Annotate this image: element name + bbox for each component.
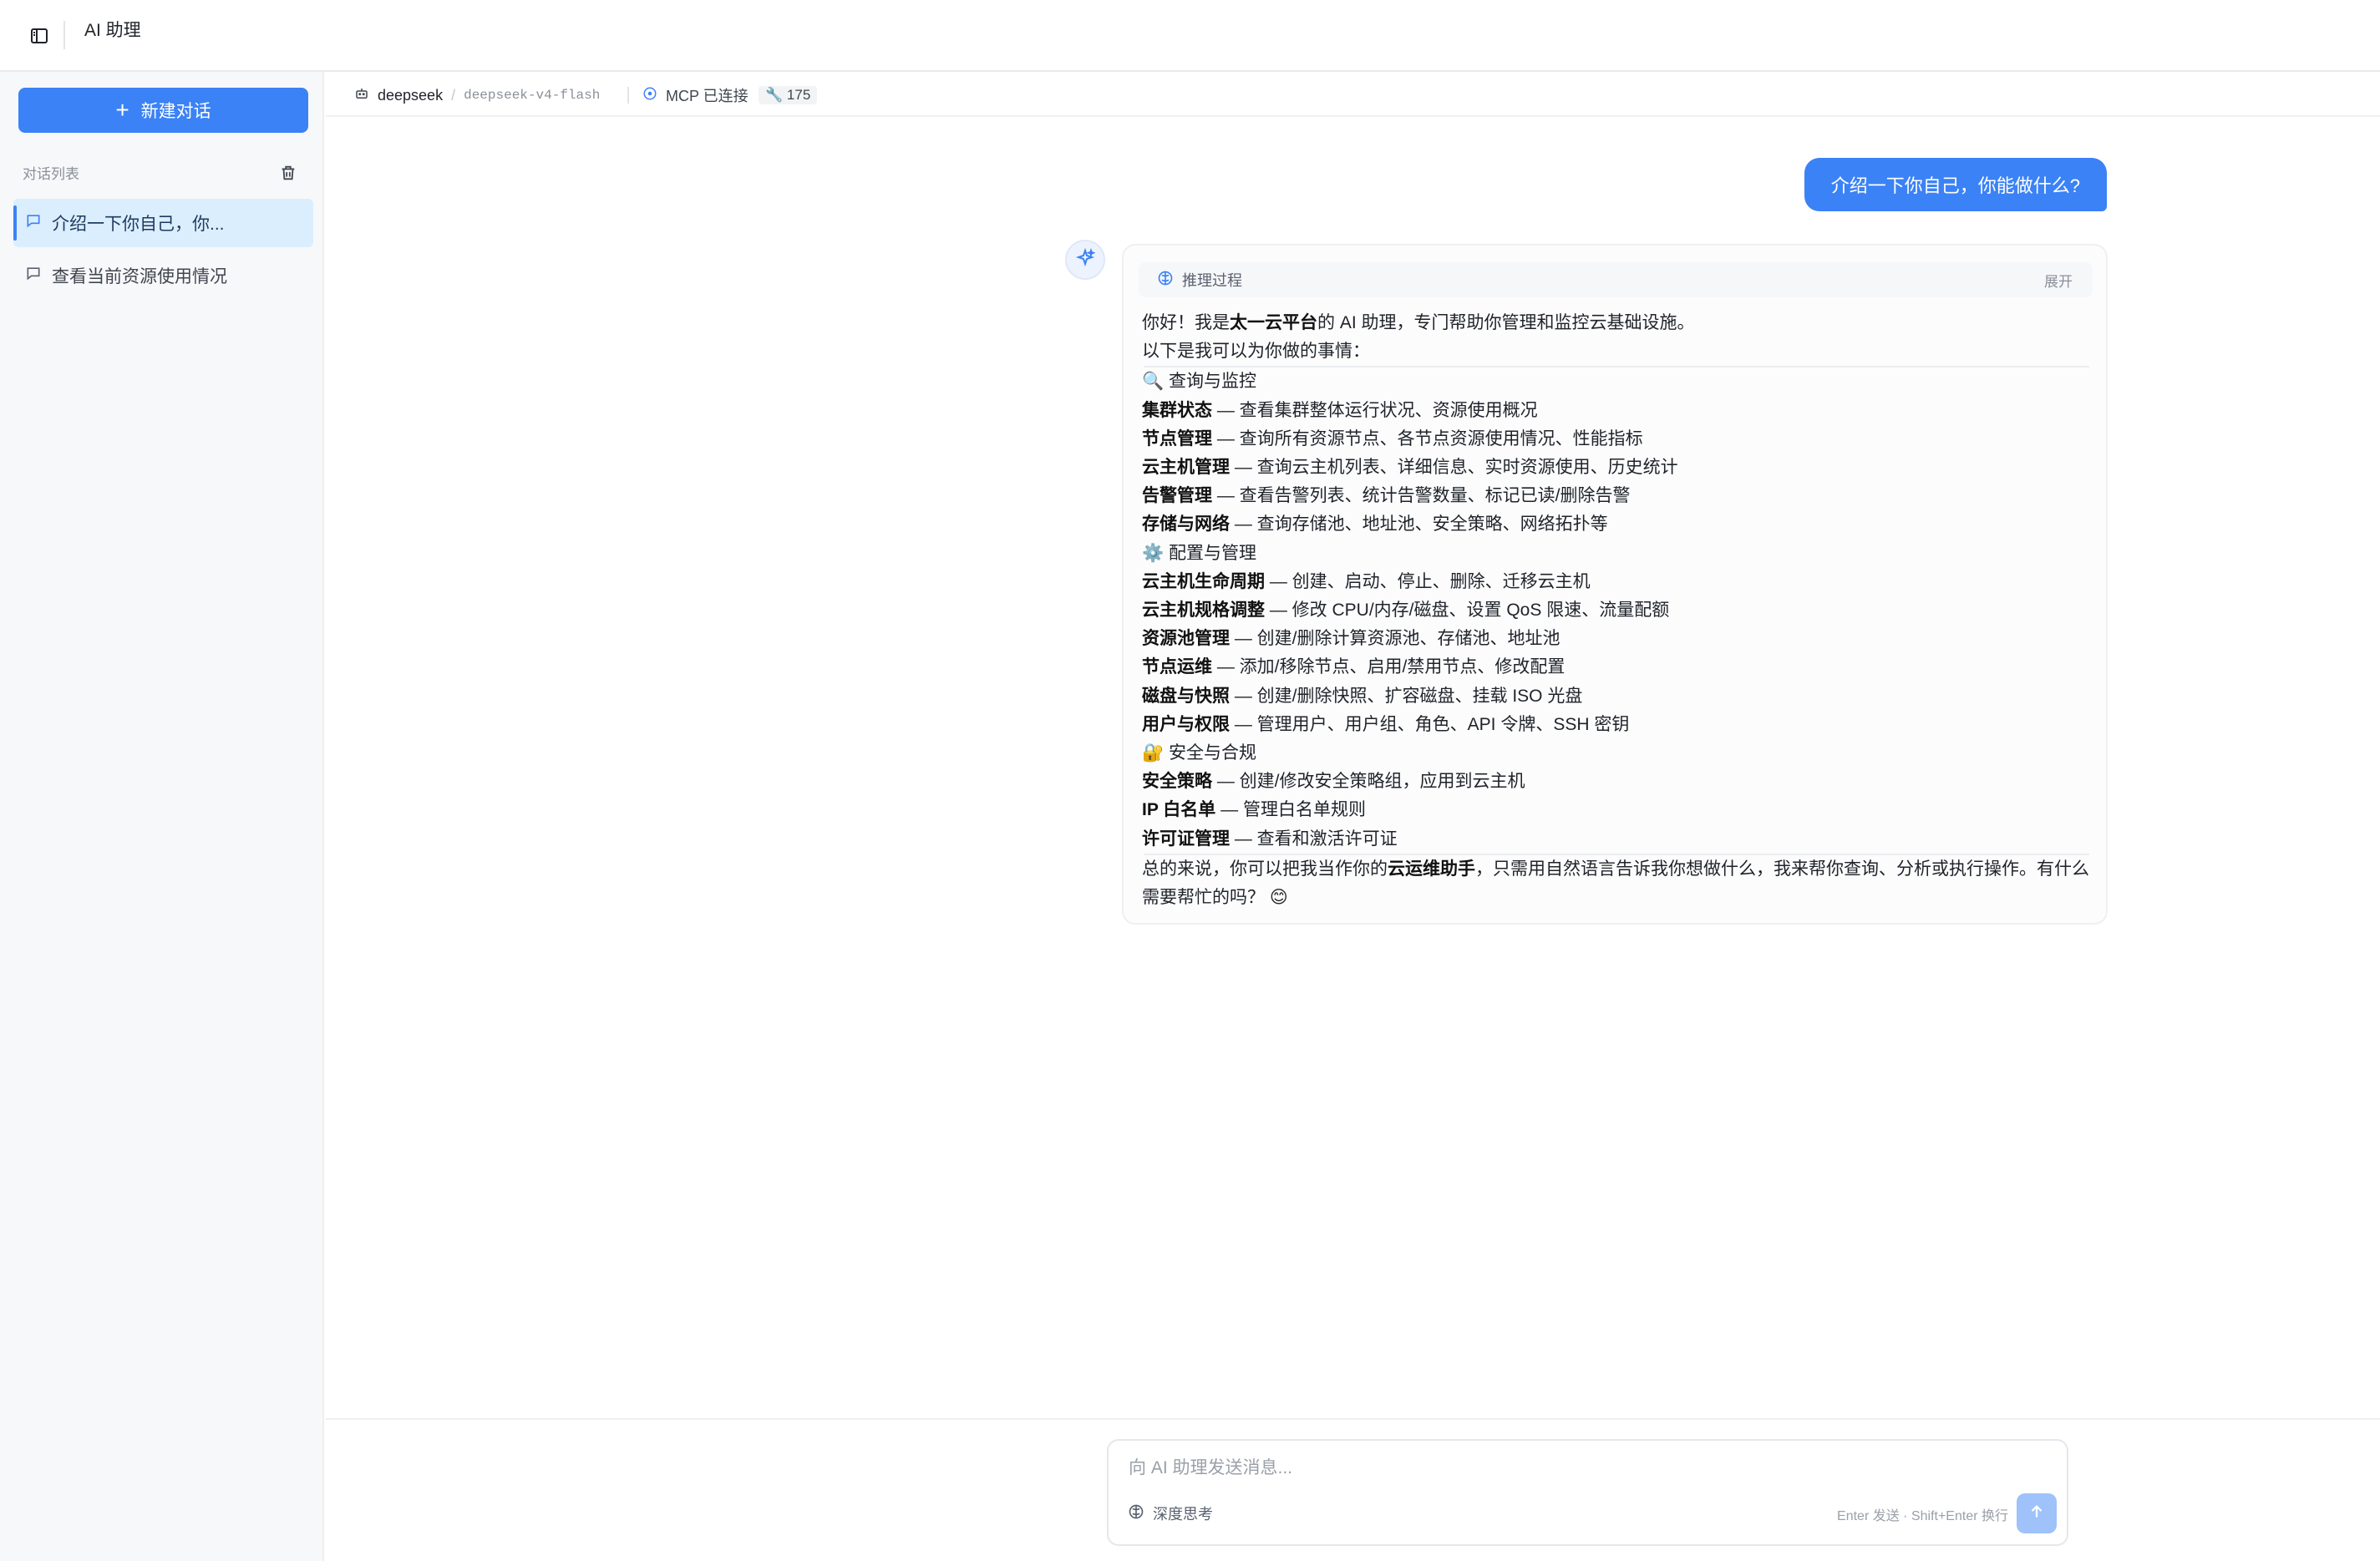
page-title: AI 助理 <box>84 21 141 40</box>
brain-icon <box>1157 270 1174 291</box>
provider-separator: / <box>451 86 456 104</box>
mcp-status-text: MCP 已连接 <box>666 88 749 104</box>
list-item: 节点运维 — 添加/移除节点、启用/禁用节点、修改配置 <box>1142 657 1566 677</box>
message-input[interactable] <box>1127 1452 2049 1484</box>
list-item: 许可证管理 — 查看和激活许可证 <box>1142 829 1398 849</box>
send-button[interactable] <box>2017 1493 2057 1533</box>
list-item: 安全策略 — 创建/修改安全策略组，应用到云主机 <box>1142 772 1525 792</box>
mcp-status: MCP 已连接 <box>642 84 749 106</box>
provider-name: deepseek <box>378 86 444 104</box>
summary-paragraph: 总的来说，你可以把我当作你的云运维助手，只需用自然语言告诉我你想做什么，我来帮你… <box>1142 859 2089 908</box>
conversation-label: 查看当前资源使用情况 <box>52 267 227 286</box>
assistant-message-content: 你好！我是太一云平台的 AI 助理，专门帮助你管理和监控云基础设施。 以下是我可… <box>1142 309 2091 912</box>
new-chat-label: 新建对话 <box>140 102 211 121</box>
robot-icon <box>354 86 369 105</box>
list-item: 集群状态 — 查看集群整体运行状况、资源使用概况 <box>1142 400 1538 420</box>
lead-line: 以下是我可以为你做的事情： <box>1142 342 1370 362</box>
model-selector[interactable]: deepseek / deepseek-v4-flash <box>354 84 600 106</box>
deep-think-toggle[interactable]: 深度思考 <box>1128 1503 1213 1524</box>
conversation-item[interactable]: 查看当前资源使用情况 <box>13 251 313 300</box>
list-item: 云主机生命周期 — 创建、启动、停止、删除、迁移云主机 <box>1142 571 1591 591</box>
sparkle-icon <box>1075 247 1096 272</box>
trash-icon[interactable] <box>277 161 300 185</box>
model-name: deepseek-v4-flash <box>464 88 601 103</box>
magnifier-icon: 🔍 <box>1142 372 1165 392</box>
reasoning-header[interactable] <box>1139 262 2093 297</box>
lock-icon: 🔐 <box>1142 743 1165 763</box>
expand-button[interactable]: 展开 <box>2044 270 2073 291</box>
list-item: 存储与网络 — 查询存储池、地址池、安全策略、网络拓扑等 <box>1142 514 1608 535</box>
model-bar <box>326 72 2380 117</box>
list-item: 云主机管理 — 查询云主机列表、详细信息、实时资源使用、历史统计 <box>1142 458 1678 478</box>
keyboard-hint: Enter 发送 · Shift+Enter 换行 <box>1837 1509 2008 1523</box>
list-item: 资源池管理 — 创建/删除计算资源池、存储池、地址池 <box>1142 629 1560 649</box>
header-divider <box>63 21 65 49</box>
reasoning-toggle[interactable]: 推理过程 <box>1157 269 1242 291</box>
assistant-avatar <box>1065 240 1105 280</box>
tool-count: 175 <box>786 87 811 103</box>
list-item: 节点管理 — 查询所有资源节点、各节点资源使用情况、性能指标 <box>1142 428 1643 449</box>
section-heading: 🔐 安全与合规 <box>1142 743 1256 763</box>
list-item: 用户与权限 — 管理用户、用户组、角色、API 令牌、SSH 密钥 <box>1142 714 1630 734</box>
section-heading: 🔍 查询与监控 <box>1142 372 1256 392</box>
message-composer <box>1107 1439 2068 1546</box>
gear-icon: ⚙️ <box>1142 543 1165 563</box>
user-message-bubble: 介绍一下你自己，你能做什么? <box>1804 158 2107 211</box>
deep-think-label: 深度思考 <box>1153 1506 1213 1523</box>
mcp-connected-icon <box>642 86 657 105</box>
model-bar-divider <box>627 87 629 104</box>
top-header <box>0 0 2380 72</box>
footer-divider <box>326 1418 2380 1420</box>
list-item: 告警管理 — 查看告警列表、统计告警数量、标记已读/删除告警 <box>1142 486 1631 506</box>
reasoning-label: 推理过程 <box>1182 272 1242 289</box>
arrow-up-icon <box>2027 1503 2046 1525</box>
wrench-icon: 🔧 <box>765 87 784 103</box>
sidebar-toggle-icon[interactable] <box>25 22 53 50</box>
list-item: 云主机规格调整 — 修改 CPU/内存/磁盘、设置 QoS 限速、流量配额 <box>1142 601 1670 621</box>
conversation-label: 介绍一下你自己，你... <box>52 215 225 234</box>
conversation-list-label: 对话列表 <box>23 166 79 182</box>
chat-bubble-icon <box>25 212 42 234</box>
brain-icon <box>1128 1503 1144 1524</box>
conversation-item[interactable]: 介绍一下你自己，你... <box>13 199 313 247</box>
chat-bubble-icon <box>25 265 42 286</box>
plus-icon: + <box>115 97 129 123</box>
new-chat-button[interactable]: + 新建对话 <box>18 88 308 133</box>
list-item: 磁盘与快照 — 创建/删除快照、扩容磁盘、挂载 ISO 光盘 <box>1142 686 1583 706</box>
tool-count-badge: 🔧 175 <box>759 84 818 106</box>
section-heading: ⚙️ 配置与管理 <box>1142 543 1256 563</box>
list-item: IP 白名单 — 管理白名单规则 <box>1142 800 1366 820</box>
intro-line: 你好！我是太一云平台的 AI 助理，专门帮助你管理和监控云基础设施。 <box>1142 313 1695 332</box>
